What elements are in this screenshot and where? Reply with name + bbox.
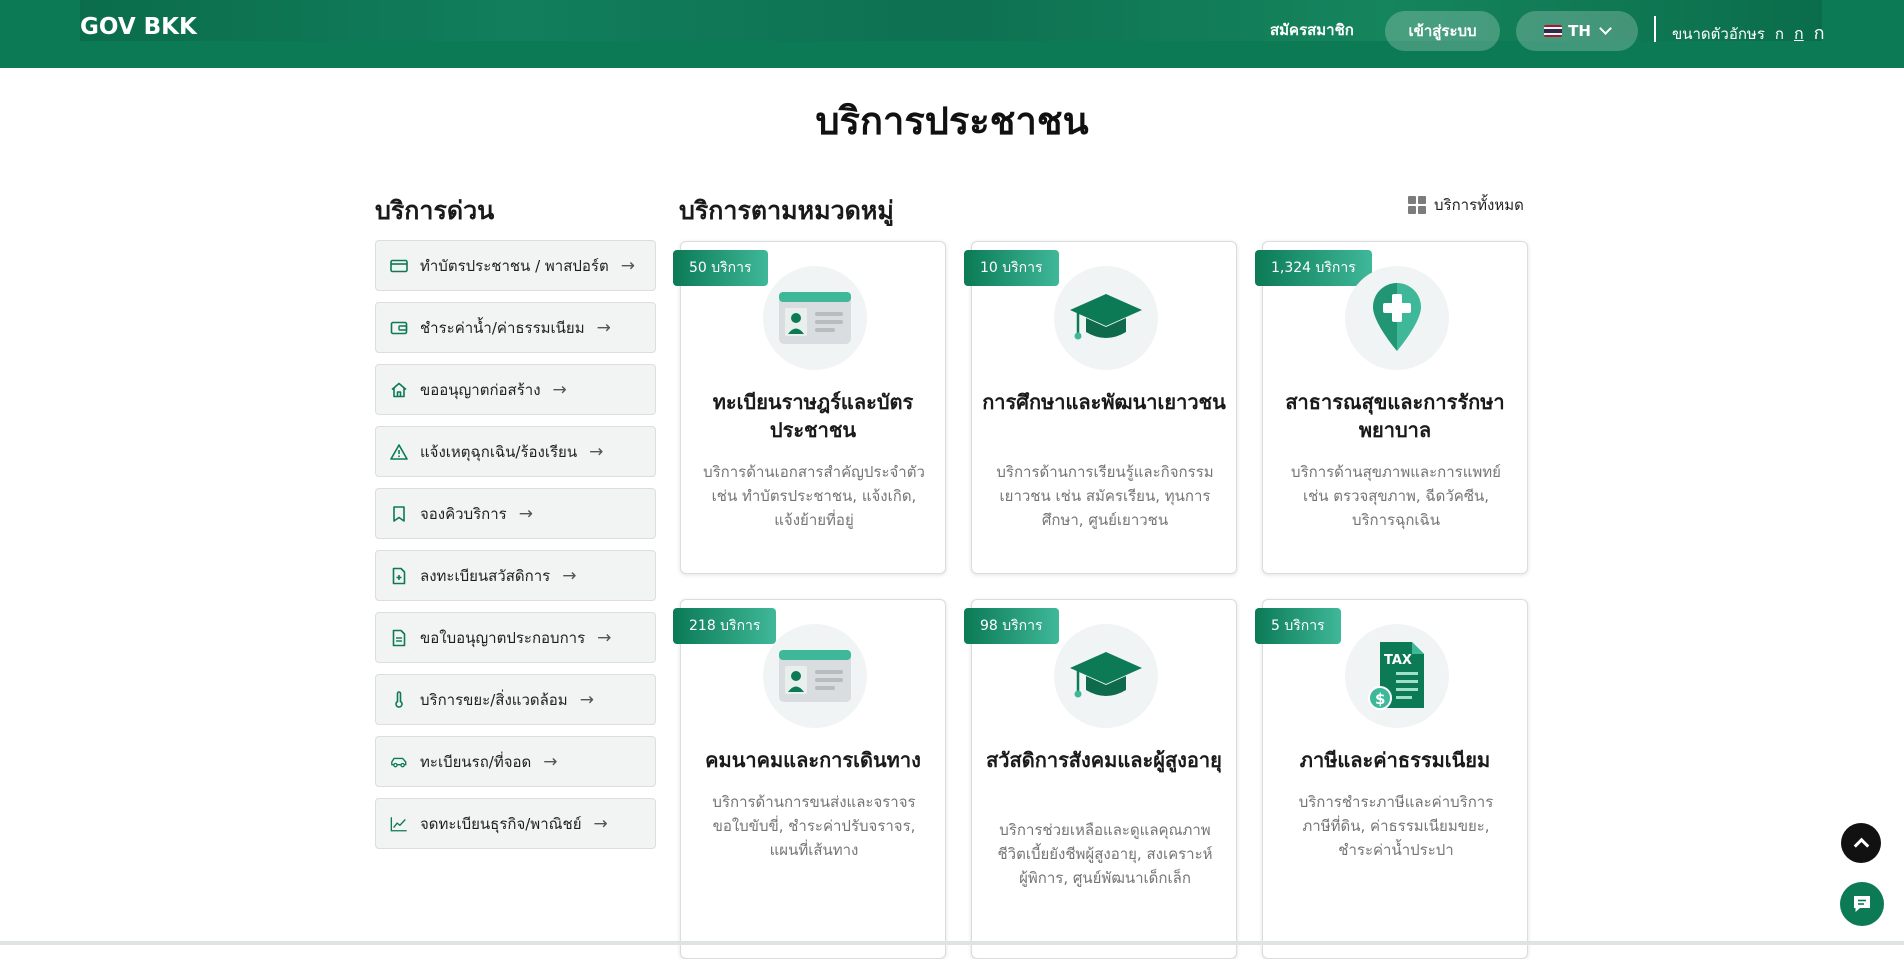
quick-item-emergency[interactable]: แจ้งเหตุฉุกเฉิน/ร้องเรียน → [375,426,656,477]
quick-item-label: ลงทะเบียนสวัสดิการ [420,566,551,585]
quick-item-label: แจ้งเหตุฉุกเฉิน/ร้องเรียน [420,442,578,461]
quick-services-list: ทำบัตรประชาชน / พาสปอร์ต → ชำระค่าน้ำ/ค่… [375,240,656,860]
card-title: คมนาคมและการเดินทาง [705,748,921,772]
page-title: บริการประชาชน [815,99,1089,143]
arrow-right-icon: → [518,503,533,524]
quick-item-label: ชำระค่าน้ำ/ค่าธรรมเนียม [420,318,585,337]
arrow-right-icon: → [620,255,635,276]
quick-item-label: ขออนุญาตก่อสร้าง [420,380,541,399]
category-card-social-welfare[interactable]: 98 บริการ สวัสดิการสังคมและผู้สูงอายุ บร… [964,599,1237,959]
site-logo[interactable]: GOV BKK [80,14,197,40]
wallet-icon [390,319,408,337]
font-size-label: ขนาดตัวอักษร [1672,25,1765,43]
graduation-cap-icon [1054,266,1158,370]
service-count-badge: 10 บริการ [964,250,1059,286]
top-header: GOV BKK สมัครสมาชิก เข้าสู่ระบบ TH ขนาดต… [0,0,1904,68]
arrow-right-icon: → [593,813,608,834]
quick-item-environment[interactable]: บริการขยะ/สิ่งแวดล้อม → [375,674,656,725]
chat-bubble-icon [1854,896,1870,912]
file-plus-icon [390,567,408,585]
chevron-down-icon [1599,22,1612,35]
quick-item-business-license[interactable]: ขอใบอนุญาตประกอบการ → [375,612,656,663]
id-card-icon [763,266,867,370]
service-count-badge: 5 บริการ [1255,608,1341,644]
font-size-medium[interactable]: ก [1794,22,1804,47]
card-title: ทะเบียนราษฎร์และบัตรประชาชน [712,390,914,442]
category-card-transport[interactable]: 218 บริการ คมนาคมและการเดินทาง บริการด้า… [673,599,946,959]
language-selector[interactable]: TH [1516,11,1638,51]
home-icon [390,381,408,399]
chat-button[interactable] [1840,882,1884,926]
quick-item-welfare-register[interactable]: ลงทะเบียนสวัสดิการ → [375,550,656,601]
service-count-badge: 98 บริการ [964,608,1059,644]
quick-item-label: ทะเบียนรถ/ที่จอด [420,752,532,771]
arrow-right-icon: → [543,751,558,772]
quick-item-book-queue[interactable]: จองคิวบริการ → [375,488,656,539]
card-title: ภาษีและค่าธรรมเนียม [1299,748,1491,772]
register-link[interactable]: สมัครสมาชิก [1270,18,1354,42]
svg-text:TAX: TAX [1384,653,1412,668]
arrow-right-icon: → [597,627,612,648]
quick-item-label: บริการขยะ/สิ่งแวดล้อม [420,690,568,709]
language-label: TH [1568,22,1591,40]
grid-icon [1408,196,1426,214]
chevron-up-icon [1853,837,1869,854]
arrow-right-icon: → [579,689,594,710]
font-size-control: ขนาดตัวอักษร ก ก ก [1672,18,1825,47]
thermometer-icon [390,690,408,709]
card-description: บริการด้านสุขภาพและการแพทย์ เช่น ตรวจสุข… [1291,463,1501,529]
card-title: สวัสดิการสังคมและผู้สูงอายุ [986,748,1222,772]
car-icon [390,753,408,771]
svg-text:$: $ [1375,690,1385,708]
scroll-to-top-button[interactable] [1841,823,1881,863]
card-title: การศึกษาและพัฒนาเยาวชน [982,390,1226,414]
quick-item-label: จดทะเบียนธุรกิจ/พาณิชย์ [420,814,582,833]
quick-item-vehicle-parking[interactable]: ทะเบียนรถ/ที่จอด → [375,736,656,787]
tax-document-icon: TAX $ [1345,624,1449,728]
header-divider [1654,16,1656,42]
arrow-right-icon: → [552,379,567,400]
service-count-badge: 50 บริการ [673,250,768,286]
credit-card-icon [390,257,408,275]
quick-item-label: ขอใบอนุญาตประกอบการ [420,628,586,647]
card-title: สาธารณสุขและการรักษาพยาบาล [1285,390,1505,442]
card-description: บริการด้านเอกสารสำคัญประจำตัว เช่น ทำบัต… [703,463,925,529]
document-icon [390,629,408,647]
arrow-right-icon: → [589,441,604,462]
category-card-civil-registration[interactable]: 50 บริการ ทะเบียนราษฎร์และบัตรประชาชน บร… [673,241,946,574]
category-card-education[interactable]: 10 บริการ การศึกษาและพัฒนาเยาวชน บริการด… [964,241,1237,574]
font-size-small[interactable]: ก [1775,22,1784,46]
quick-item-pay-fees[interactable]: ชำระค่าน้ำ/ค่าธรรมเนียม → [375,302,656,353]
chart-line-icon [390,815,408,833]
quick-services-title: บริการด่วน [375,196,495,225]
warning-icon [390,443,408,461]
service-count-badge: 1,324 บริการ [1255,250,1372,286]
quick-item-business-register[interactable]: จดทะเบียนธุรกิจ/พาณิชย์ → [375,798,656,849]
service-count-badge: 218 บริการ [673,608,777,644]
graduation-cap-icon [1054,624,1158,728]
arrow-right-icon: → [562,565,577,586]
card-description: บริการช่วยเหลือและดูแลคุณภาพชีวิตเบี้ยยั… [997,821,1213,887]
quick-item-id-passport[interactable]: ทำบัตรประชาชน / พาสปอร์ต → [375,240,656,291]
login-button[interactable]: เข้าสู่ระบบ [1385,11,1500,51]
card-description: บริการชำระภาษีและค่าบริการ ภาษีที่ดิน, ค… [1298,793,1494,859]
all-services-label: บริการทั้งหมด [1434,196,1524,214]
categories-title: บริการตามหมวดหมู่ [679,196,894,225]
card-description: บริการด้านการเรียนรู้และกิจกรรมเยาวชน เช… [996,463,1214,529]
quick-item-construction-permit[interactable]: ขออนุญาตก่อสร้าง → [375,364,656,415]
all-services-link[interactable]: บริการทั้งหมด [1408,193,1524,217]
category-card-tax[interactable]: 5 บริการ TAX $ ภาษีและค่าธรรมเนียม บริการ… [1255,599,1528,959]
thai-flag-icon [1544,25,1563,37]
health-pin-icon [1345,266,1449,370]
page-bottom-border [0,941,1904,945]
category-card-public-health[interactable]: 1,324 บริการ สาธารณสุขและการรักษาพยาบาล … [1255,241,1528,574]
id-card-icon [763,624,867,728]
quick-item-label: ทำบัตรประชาชน / พาสปอร์ต [420,256,609,275]
font-size-large[interactable]: ก [1814,18,1825,47]
card-description: บริการด้านการขนส่งและจราจร ขอใบขับขี่, ช… [712,793,916,859]
quick-item-label: จองคิวบริการ [420,504,507,523]
arrow-right-icon: → [596,317,611,338]
bookmark-icon [390,505,408,523]
